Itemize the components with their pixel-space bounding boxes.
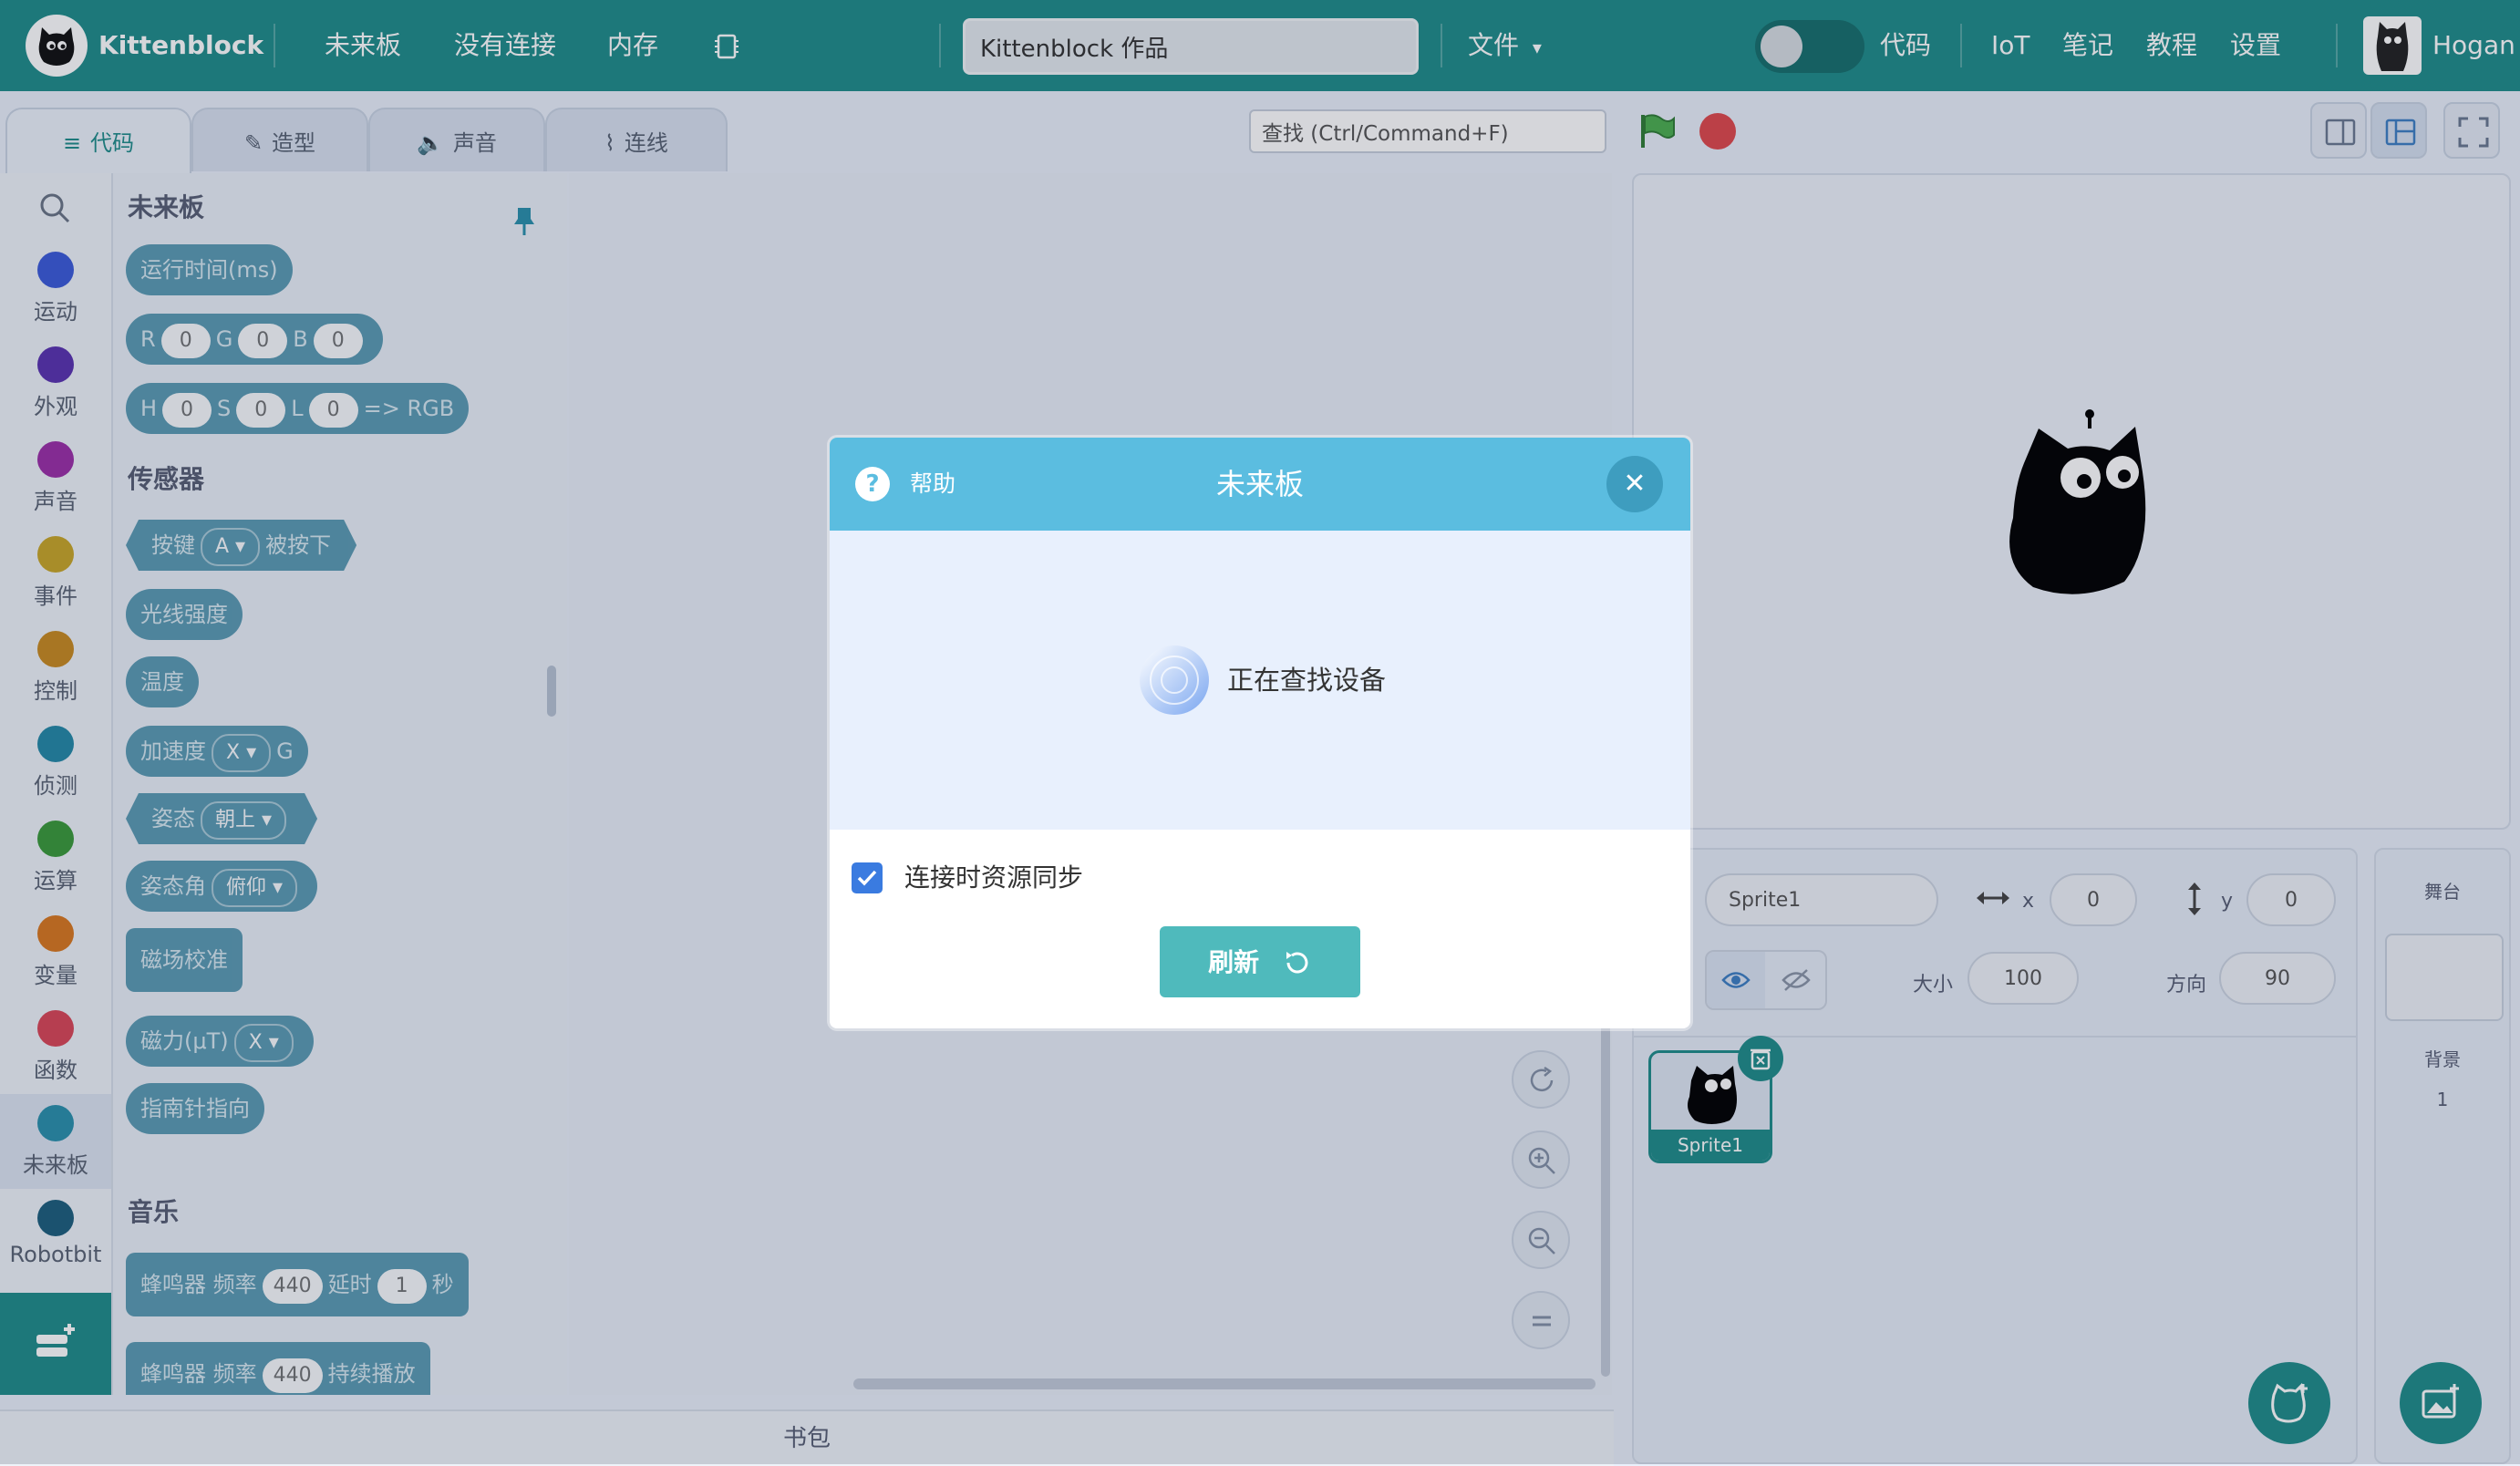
dialog-body: 正在查找设备 bbox=[830, 531, 1690, 830]
device-connection-dialog: ? 帮助 未来板 ✕ 正在查找设备 连接时资源同步 刷新 bbox=[830, 438, 1690, 1028]
dialog-title: 未来板 bbox=[1215, 467, 1304, 501]
refresh-icon bbox=[1286, 952, 1308, 974]
sync-checkbox[interactable] bbox=[852, 862, 883, 893]
searching-spinner-icon bbox=[1138, 644, 1211, 720]
refresh-button[interactable]: 刷新 bbox=[1160, 926, 1360, 997]
close-button[interactable]: ✕ bbox=[1606, 456, 1663, 512]
sync-label: 连接时资源同步 bbox=[904, 862, 1084, 893]
close-icon: ✕ bbox=[1623, 468, 1647, 500]
refresh-label: 刷新 bbox=[1208, 947, 1260, 977]
dialog-header: ? 帮助 未来板 ✕ bbox=[830, 438, 1690, 531]
searching-status: 正在查找设备 bbox=[1227, 665, 1387, 696]
